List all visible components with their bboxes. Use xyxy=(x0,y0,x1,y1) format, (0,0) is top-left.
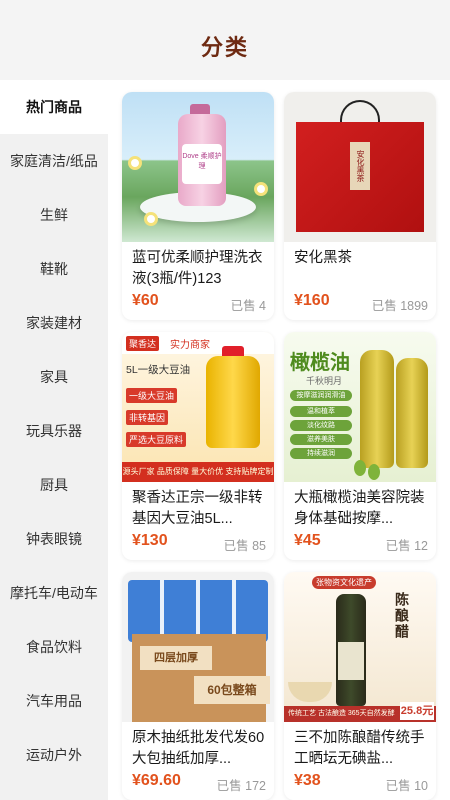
page-title: 分类 xyxy=(200,35,249,60)
feature-bar: 滋养美肤 xyxy=(290,434,352,445)
sidebar-item-motorcycle[interactable]: 摩托车/电动车 xyxy=(0,566,108,620)
olive-icon xyxy=(354,460,366,476)
sidebar-item-cleaning[interactable]: 家庭清洁/纸品 xyxy=(0,134,108,188)
sidebar-item-auto[interactable]: 汽车用品 xyxy=(0,674,108,728)
product-title: 原木抽纸批发代发60大包抽纸加厚... xyxy=(132,730,265,767)
product-sold-count: 已售 4 xyxy=(230,299,266,313)
feature-tag: 非转基因 xyxy=(126,410,169,425)
product-sold-count: 已售 85 xyxy=(223,539,266,553)
olive-oil-bottle-shape xyxy=(396,358,428,468)
product-price: ¥130 xyxy=(132,532,168,549)
price-badge: 25.8元 xyxy=(400,702,434,720)
product-card[interactable]: 四层加厚 60包整箱 原木抽纸批发代发60大包抽纸加厚... ¥69.60 已售… xyxy=(122,572,274,800)
bottle-label: Dove 柔顺护理 xyxy=(182,144,222,184)
product-sold-count: 已售 12 xyxy=(385,539,428,553)
flower-icon xyxy=(128,156,142,170)
product-image: 聚香达 实力商家 5L一级大豆油 一级大豆油 非转基因 严选大豆原料 源头厂家 … xyxy=(122,332,274,482)
flower-icon xyxy=(144,212,158,226)
product-card[interactable]: 安化黑茶 安化黑茶 ¥160 已售 1899 xyxy=(284,92,436,320)
product-sold-count: 已售 1899 xyxy=(371,299,428,313)
product-price: ¥60 xyxy=(132,292,159,309)
product-card[interactable]: 张物资文化遗产 陈酿醋 传统工艺 古法酿造 365天自然发酵 25.8元 三不加… xyxy=(284,572,436,800)
brand-badge: 聚香达 xyxy=(126,336,160,351)
product-title: 三不加陈酿醋传统手工晒坛无碘盐... xyxy=(294,730,425,767)
product-price: ¥69.60 xyxy=(132,772,181,789)
image-subline: 千秋明月 xyxy=(306,376,343,386)
feature-tag: 一级大豆油 xyxy=(126,388,178,403)
feature-tag: 严选大豆原料 xyxy=(126,432,187,447)
product-image: 安化黑茶 xyxy=(284,92,436,242)
rice-bowl-shape xyxy=(288,682,332,702)
product-image: Dove 柔顺护理 xyxy=(122,92,274,242)
sidebar-item-building[interactable]: 家装建材 xyxy=(0,296,108,350)
product-image: 四层加厚 60包整箱 xyxy=(122,572,274,722)
sidebar-item-hot[interactable]: 热门商品 xyxy=(0,80,108,134)
sidebar-item-fresh[interactable]: 生鲜 xyxy=(0,188,108,242)
product-title: 蓝可优柔顺护理洗衣液(3瓶/件)123 xyxy=(132,250,263,287)
feature-bar-text: 淡化纹路 xyxy=(307,422,335,429)
sidebar-item-furniture[interactable]: 家具 xyxy=(0,350,108,404)
product-title: 聚香达正宗一级非转基因大豆油5L... xyxy=(132,490,263,527)
product-sold-count: 已售 10 xyxy=(385,779,428,793)
product-price: ¥45 xyxy=(294,532,321,549)
product-price: ¥160 xyxy=(294,292,330,309)
image-headline: 橄榄油 xyxy=(290,352,350,374)
feature-bar: 温和植萃 xyxy=(290,406,352,417)
bottle-label-shape xyxy=(338,642,364,680)
tissue-packs-shape xyxy=(128,580,268,642)
bag-tag-text: 安化黑茶 xyxy=(350,142,370,190)
product-card[interactable]: Dove 柔顺护理 蓝可优柔顺护理洗衣液(3瓶/件)123 ¥60 已售 4 xyxy=(122,92,274,320)
feature-bar: 持续滋润 xyxy=(290,448,352,459)
olive-oil-bottle-shape xyxy=(360,350,394,468)
product-sold-count: 已售 172 xyxy=(216,779,266,793)
feature-bar-text: 滋养美肤 xyxy=(307,436,335,443)
product-image: 张物资文化遗产 陈酿醋 传统工艺 古法酿造 365天自然发酵 25.8元 xyxy=(284,572,436,722)
sidebar-item-food[interactable]: 食品饮料 xyxy=(0,620,108,674)
feature-bar: 按摩滋润润滑油 xyxy=(290,390,352,401)
sidebar-item-outdoor[interactable]: 运动户外 xyxy=(0,728,108,782)
image-footer-text: 源头厂家 品质保障 量大价优 支持贴牌定制一件代发 xyxy=(122,462,274,482)
merchant-badge: 实力商家 xyxy=(170,340,210,351)
product-title: 大瓶橄榄油美容院装身体基础按摩... xyxy=(294,490,425,527)
product-title: 安化黑茶 xyxy=(294,250,352,266)
sidebar-item-kitchen[interactable]: 厨具 xyxy=(0,458,108,512)
product-card[interactable]: 聚香达 实力商家 5L一级大豆油 一级大豆油 非转基因 严选大豆原料 源头厂家 … xyxy=(122,332,274,560)
box-text: 60包整箱 xyxy=(194,676,270,704)
bottle-label-text: Dove 柔顺护理 xyxy=(182,153,222,170)
feature-bar: 淡化纹路 xyxy=(290,420,352,431)
category-sidebar: 热门商品 家庭清洁/纸品 生鲜 鞋靴 家装建材 家具 玩具乐器 厨具 钟表眼镜 … xyxy=(0,80,108,800)
product-card[interactable]: 橄榄油 千秋明月 按摩滋润润滑油 温和植萃 淡化纹路 滋养美肤 持续滋润 大瓶橄… xyxy=(284,332,436,560)
flower-icon xyxy=(254,182,268,196)
product-image: 橄榄油 千秋明月 按摩滋润润滑油 温和植萃 淡化纹路 滋养美肤 持续滋润 xyxy=(284,332,436,482)
feature-bar-text: 按摩滋润润滑油 xyxy=(296,392,346,399)
heritage-badge: 张物资文化遗产 xyxy=(312,576,376,589)
product-grid: Dove 柔顺护理 蓝可优柔顺护理洗衣液(3瓶/件)123 ¥60 已售 4 安… xyxy=(108,80,450,800)
olive-icon xyxy=(368,464,380,480)
oil-bottle-shape xyxy=(206,356,260,448)
feature-bar-text: 温和植萃 xyxy=(307,408,335,415)
product-price: ¥38 xyxy=(294,772,321,789)
vertical-title: 陈酿醋 xyxy=(394,592,410,640)
sidebar-item-toys[interactable]: 玩具乐器 xyxy=(0,404,108,458)
feature-bar-text: 持续滋润 xyxy=(307,450,335,457)
sidebar-item-watches[interactable]: 钟表眼镜 xyxy=(0,512,108,566)
box-text: 四层加厚 xyxy=(140,646,212,670)
header: 分类 xyxy=(0,0,450,80)
sidebar-item-shoes[interactable]: 鞋靴 xyxy=(0,242,108,296)
spec-text: 5L一级大豆油 xyxy=(126,364,191,376)
